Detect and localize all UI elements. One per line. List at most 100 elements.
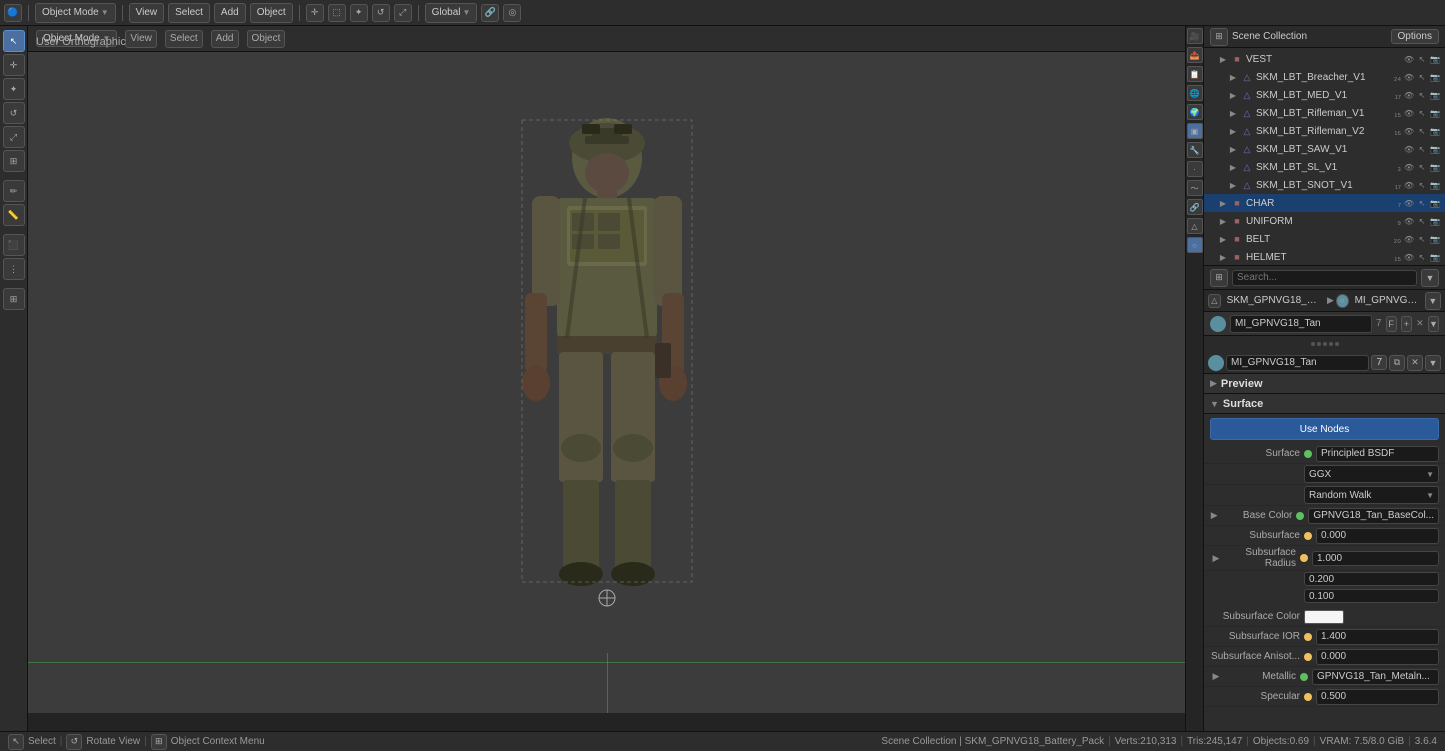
base-color-dot[interactable] <box>1296 512 1304 520</box>
outliner-uniform[interactable]: ▶ ■ UNIFORM ₉ 👁 ↖ 📷 <box>1204 212 1445 230</box>
cursor-tool-icon[interactable]: ✛ <box>3 54 25 76</box>
helmet-select[interactable]: ↖ <box>1416 251 1428 263</box>
helmet-visibility[interactable]: 👁 <box>1403 251 1415 263</box>
tab-constraints[interactable]: 🔗 <box>1187 199 1203 215</box>
sl-expand[interactable]: ▶ <box>1228 162 1238 172</box>
rifv2-expand[interactable]: ▶ <box>1228 126 1238 136</box>
belt-visibility[interactable]: 👁 <box>1403 233 1415 245</box>
tab-scene[interactable]: 🌐 <box>1187 85 1203 101</box>
outliner-sl[interactable]: ▶ △ SKM_LBT_SL_V1 ₃ 👁 ↖ 📷 <box>1204 158 1445 176</box>
outliner-char[interactable]: ▶ ■ CHAR ₇ 👁 ↖ 📷 <box>1204 194 1445 212</box>
med-expand[interactable]: ▶ <box>1228 90 1238 100</box>
uniform-visibility[interactable]: 👁 <box>1403 215 1415 227</box>
outliner-rifleman-v2[interactable]: ▶ △ SKM_LBT_Rifleman_V2 ₁₆ 👁 ↖ 📷 <box>1204 122 1445 140</box>
mesh-icon[interactable]: △ <box>1208 294 1221 308</box>
rifv1-expand[interactable]: ▶ <box>1228 108 1238 118</box>
rifv1-visibility[interactable]: 👁 <box>1403 107 1415 119</box>
belt-expand[interactable]: ▶ <box>1218 234 1228 244</box>
surface-value[interactable]: Principled BSDF <box>1316 446 1439 462</box>
scale-tool-icon[interactable]: ⤢ <box>3 126 25 148</box>
sub-ior-value[interactable]: 1.400 <box>1316 629 1439 645</box>
select-menu[interactable]: Select <box>168 3 210 23</box>
use-nodes-btn[interactable]: Use Nodes <box>1210 418 1439 440</box>
viewport[interactable]: Object Mode ▼ View Select Add Object Use… <box>28 26 1185 731</box>
material-unlink[interactable]: ✕ <box>1416 318 1424 330</box>
rotate-tool[interactable]: ↺ <box>372 4 390 22</box>
outliner-options[interactable]: Options <box>1391 29 1439 44</box>
mat-sel-input[interactable] <box>1226 355 1369 371</box>
extra-tools-icon[interactable]: ⋮ <box>3 258 25 280</box>
sub-method-select[interactable]: Random Walk ▼ <box>1304 486 1439 504</box>
breacher-visibility[interactable]: 👁 <box>1403 71 1415 83</box>
sub-aniso-dot[interactable] <box>1304 653 1312 661</box>
move-tool-icon[interactable]: ✦ <box>3 78 25 100</box>
preview-section[interactable]: ▶ Preview <box>1204 374 1445 394</box>
cursor-tool[interactable]: ✛ <box>306 4 324 22</box>
outliner-tree[interactable]: ▶ ■ VEST 👁 ↖ 📷 ▶ △ SKM_LBT_Breacher_ <box>1204 48 1445 265</box>
sl-select[interactable]: ↖ <box>1416 161 1428 173</box>
snot-visibility[interactable]: 👁 <box>1403 179 1415 191</box>
saw-expand[interactable]: ▶ <box>1228 144 1238 154</box>
proportional-edit[interactable]: ◎ <box>503 4 521 22</box>
surface-dot[interactable] <box>1304 450 1312 458</box>
metallic-value[interactable]: GPNVG18_Tan_Metaln... <box>1312 669 1439 685</box>
sub-color-swatch[interactable] <box>1304 610 1344 624</box>
outliner-icon[interactable]: ⊞ <box>1210 28 1228 46</box>
material-browse[interactable]: ▼ <box>1428 316 1439 332</box>
rifv1-select[interactable]: ↖ <box>1416 107 1428 119</box>
specular-value[interactable]: 0.500 <box>1316 689 1439 705</box>
mat-delete[interactable]: ✕ <box>1407 355 1423 371</box>
tab-material[interactable]: ○ <box>1187 237 1203 253</box>
sub-ior-dot[interactable] <box>1304 633 1312 641</box>
material-new[interactable]: + <box>1401 316 1412 332</box>
rotate-tool-icon[interactable]: ↺ <box>3 102 25 124</box>
vest-visibility[interactable]: 👁 <box>1403 53 1415 65</box>
uniform-expand[interactable]: ▶ <box>1218 216 1228 226</box>
tab-particles[interactable]: · <box>1187 161 1203 177</box>
tab-output[interactable]: 📤 <box>1187 47 1203 63</box>
surface-section[interactable]: ▼ Surface <box>1204 394 1445 414</box>
rifv2-select[interactable]: ↖ <box>1416 125 1428 137</box>
mode-selector[interactable]: Object Mode ▼ <box>35 3 116 23</box>
metallic-dot[interactable] <box>1300 673 1308 681</box>
med-select[interactable]: ↖ <box>1416 89 1428 101</box>
subsurface-value[interactable]: 0.000 <box>1316 528 1439 544</box>
uniform-render[interactable]: 📷 <box>1429 215 1441 227</box>
tab-object-data[interactable]: △ <box>1187 218 1203 234</box>
sub-aniso-value[interactable]: 0.000 <box>1316 649 1439 665</box>
subsurface-dot[interactable] <box>1304 532 1312 540</box>
material-breadcrumb-icon[interactable]: ○ <box>1336 294 1349 308</box>
rifv2-render[interactable]: 📷 <box>1429 125 1441 137</box>
outliner-belt[interactable]: ▶ ■ BELT ₂₀ 👁 ↖ 📷 <box>1204 230 1445 248</box>
blender-icon[interactable]: 🔵 <box>4 4 22 22</box>
mat-filter[interactable]: ▼ <box>1425 355 1441 371</box>
belt-render[interactable]: 📷 <box>1429 233 1441 245</box>
outliner-med[interactable]: ▶ △ SKM_LBT_MED_V1 ₁₇ 👁 ↖ 📷 <box>1204 86 1445 104</box>
uniform-select[interactable]: ↖ <box>1416 215 1428 227</box>
sl-render[interactable]: 📷 <box>1429 161 1441 173</box>
outliner-snot[interactable]: ▶ △ SKM_LBT_SNOT_V1 ₁₇ 👁 ↖ 📷 <box>1204 176 1445 194</box>
scale-tool[interactable]: ⤢ <box>394 4 412 22</box>
material-fake-user[interactable]: F <box>1386 316 1397 332</box>
rifv2-visibility[interactable]: 👁 <box>1403 125 1415 137</box>
outliner-rifleman-v1[interactable]: ▶ △ SKM_LBT_Rifleman_V1 ₁₅ 👁 ↖ 📷 <box>1204 104 1445 122</box>
tab-modifier[interactable]: 🔧 <box>1187 142 1203 158</box>
snot-expand[interactable]: ▶ <box>1228 180 1238 190</box>
saw-visibility[interactable]: 👁 <box>1403 143 1415 155</box>
tab-physics[interactable]: 〜 <box>1187 180 1203 196</box>
char-render[interactable]: 📷 <box>1429 197 1441 209</box>
med-render[interactable]: 📷 <box>1429 89 1441 101</box>
prop-filter-icon[interactable]: ⊞ <box>1210 269 1228 287</box>
char-select[interactable]: ↖ <box>1416 197 1428 209</box>
outliner-saw[interactable]: ▶ △ SKM_LBT_SAW_V1 👁 ↖ 📷 <box>1204 140 1445 158</box>
prop-search-input[interactable] <box>1232 270 1417 286</box>
outliner-breacher[interactable]: ▶ △ SKM_LBT_Breacher_V1 ₂₄ 👁 ↖ 📷 <box>1204 68 1445 86</box>
transform-selector[interactable]: Global ▼ <box>425 3 478 23</box>
saw-render[interactable]: 📷 <box>1429 143 1441 155</box>
material-name-input[interactable] <box>1230 315 1372 333</box>
tab-render[interactable]: 🎥 <box>1187 28 1203 44</box>
vest-select[interactable]: ↖ <box>1416 53 1428 65</box>
outliner-vest[interactable]: ▶ ■ VEST 👁 ↖ 📷 <box>1204 50 1445 68</box>
snot-render[interactable]: 📷 <box>1429 179 1441 191</box>
annotate-icon[interactable]: ✏ <box>3 180 25 202</box>
